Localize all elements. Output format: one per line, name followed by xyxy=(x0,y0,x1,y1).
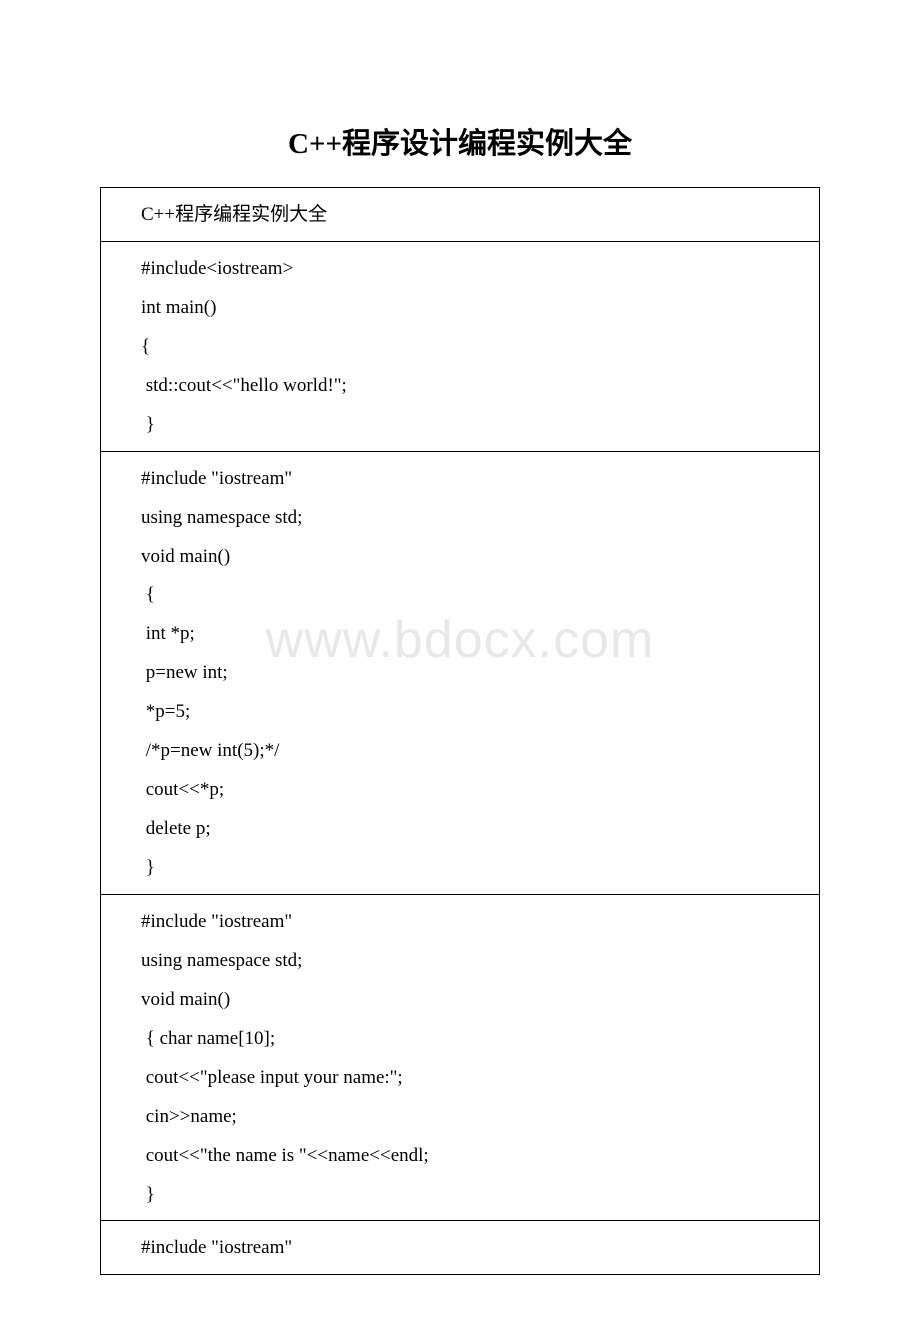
code-line: void main() xyxy=(141,538,807,577)
code-line: cout<<"please input your name:"; xyxy=(141,1059,807,1098)
code-line: using namespace std; xyxy=(141,499,807,538)
code-line: void main() xyxy=(141,981,807,1020)
code-line: } xyxy=(141,849,807,888)
code-cell: #include "iostream"using namespace std;v… xyxy=(101,894,820,1221)
code-line: *p=5; xyxy=(141,693,807,732)
code-line: #include "iostream" xyxy=(141,903,807,942)
code-examples-table: C++程序编程实例大全#include<iostream>int main(){… xyxy=(100,187,820,1275)
code-line: cout<<*p; xyxy=(141,771,807,810)
code-line: cin>>name; xyxy=(141,1098,807,1137)
table-row: #include "iostream"using namespace std;v… xyxy=(101,451,820,894)
code-line: using namespace std; xyxy=(141,942,807,981)
code-cell: #include<iostream>int main(){ std::cout<… xyxy=(101,241,820,451)
code-line: } xyxy=(141,1176,807,1215)
code-line: #include<iostream> xyxy=(141,250,807,289)
code-line: } xyxy=(141,406,807,445)
document-title: C++程序设计编程实例大全 xyxy=(100,120,820,162)
code-line: cout<<"the name is "<<name<<endl; xyxy=(141,1137,807,1176)
code-line: { char name[10]; xyxy=(141,1020,807,1059)
code-line: C++程序编程实例大全 xyxy=(141,196,807,235)
code-line: delete p; xyxy=(141,810,807,849)
table-row: #include<iostream>int main(){ std::cout<… xyxy=(101,241,820,451)
table-row: #include "iostream" xyxy=(101,1221,820,1275)
code-line: int main() xyxy=(141,289,807,328)
code-line: std::cout<<"hello world!"; xyxy=(141,367,807,406)
code-cell: #include "iostream"using namespace std;v… xyxy=(101,451,820,894)
code-cell: C++程序编程实例大全 xyxy=(101,188,820,242)
code-line: p=new int; xyxy=(141,654,807,693)
document-page: C++程序设计编程实例大全 C++程序编程实例大全 #include<iostre… xyxy=(0,0,920,1335)
code-line: #include "iostream" xyxy=(141,1229,807,1268)
code-line: { xyxy=(141,328,807,367)
code-line: /*p=new int(5);*/ xyxy=(141,732,807,771)
code-cell: #include "iostream" xyxy=(101,1221,820,1275)
code-line: { xyxy=(141,576,807,615)
code-line: #include "iostream" xyxy=(141,460,807,499)
code-line: int *p; xyxy=(141,615,807,654)
table-row: #include "iostream"using namespace std;v… xyxy=(101,894,820,1221)
table-row: C++程序编程实例大全 xyxy=(101,188,820,242)
